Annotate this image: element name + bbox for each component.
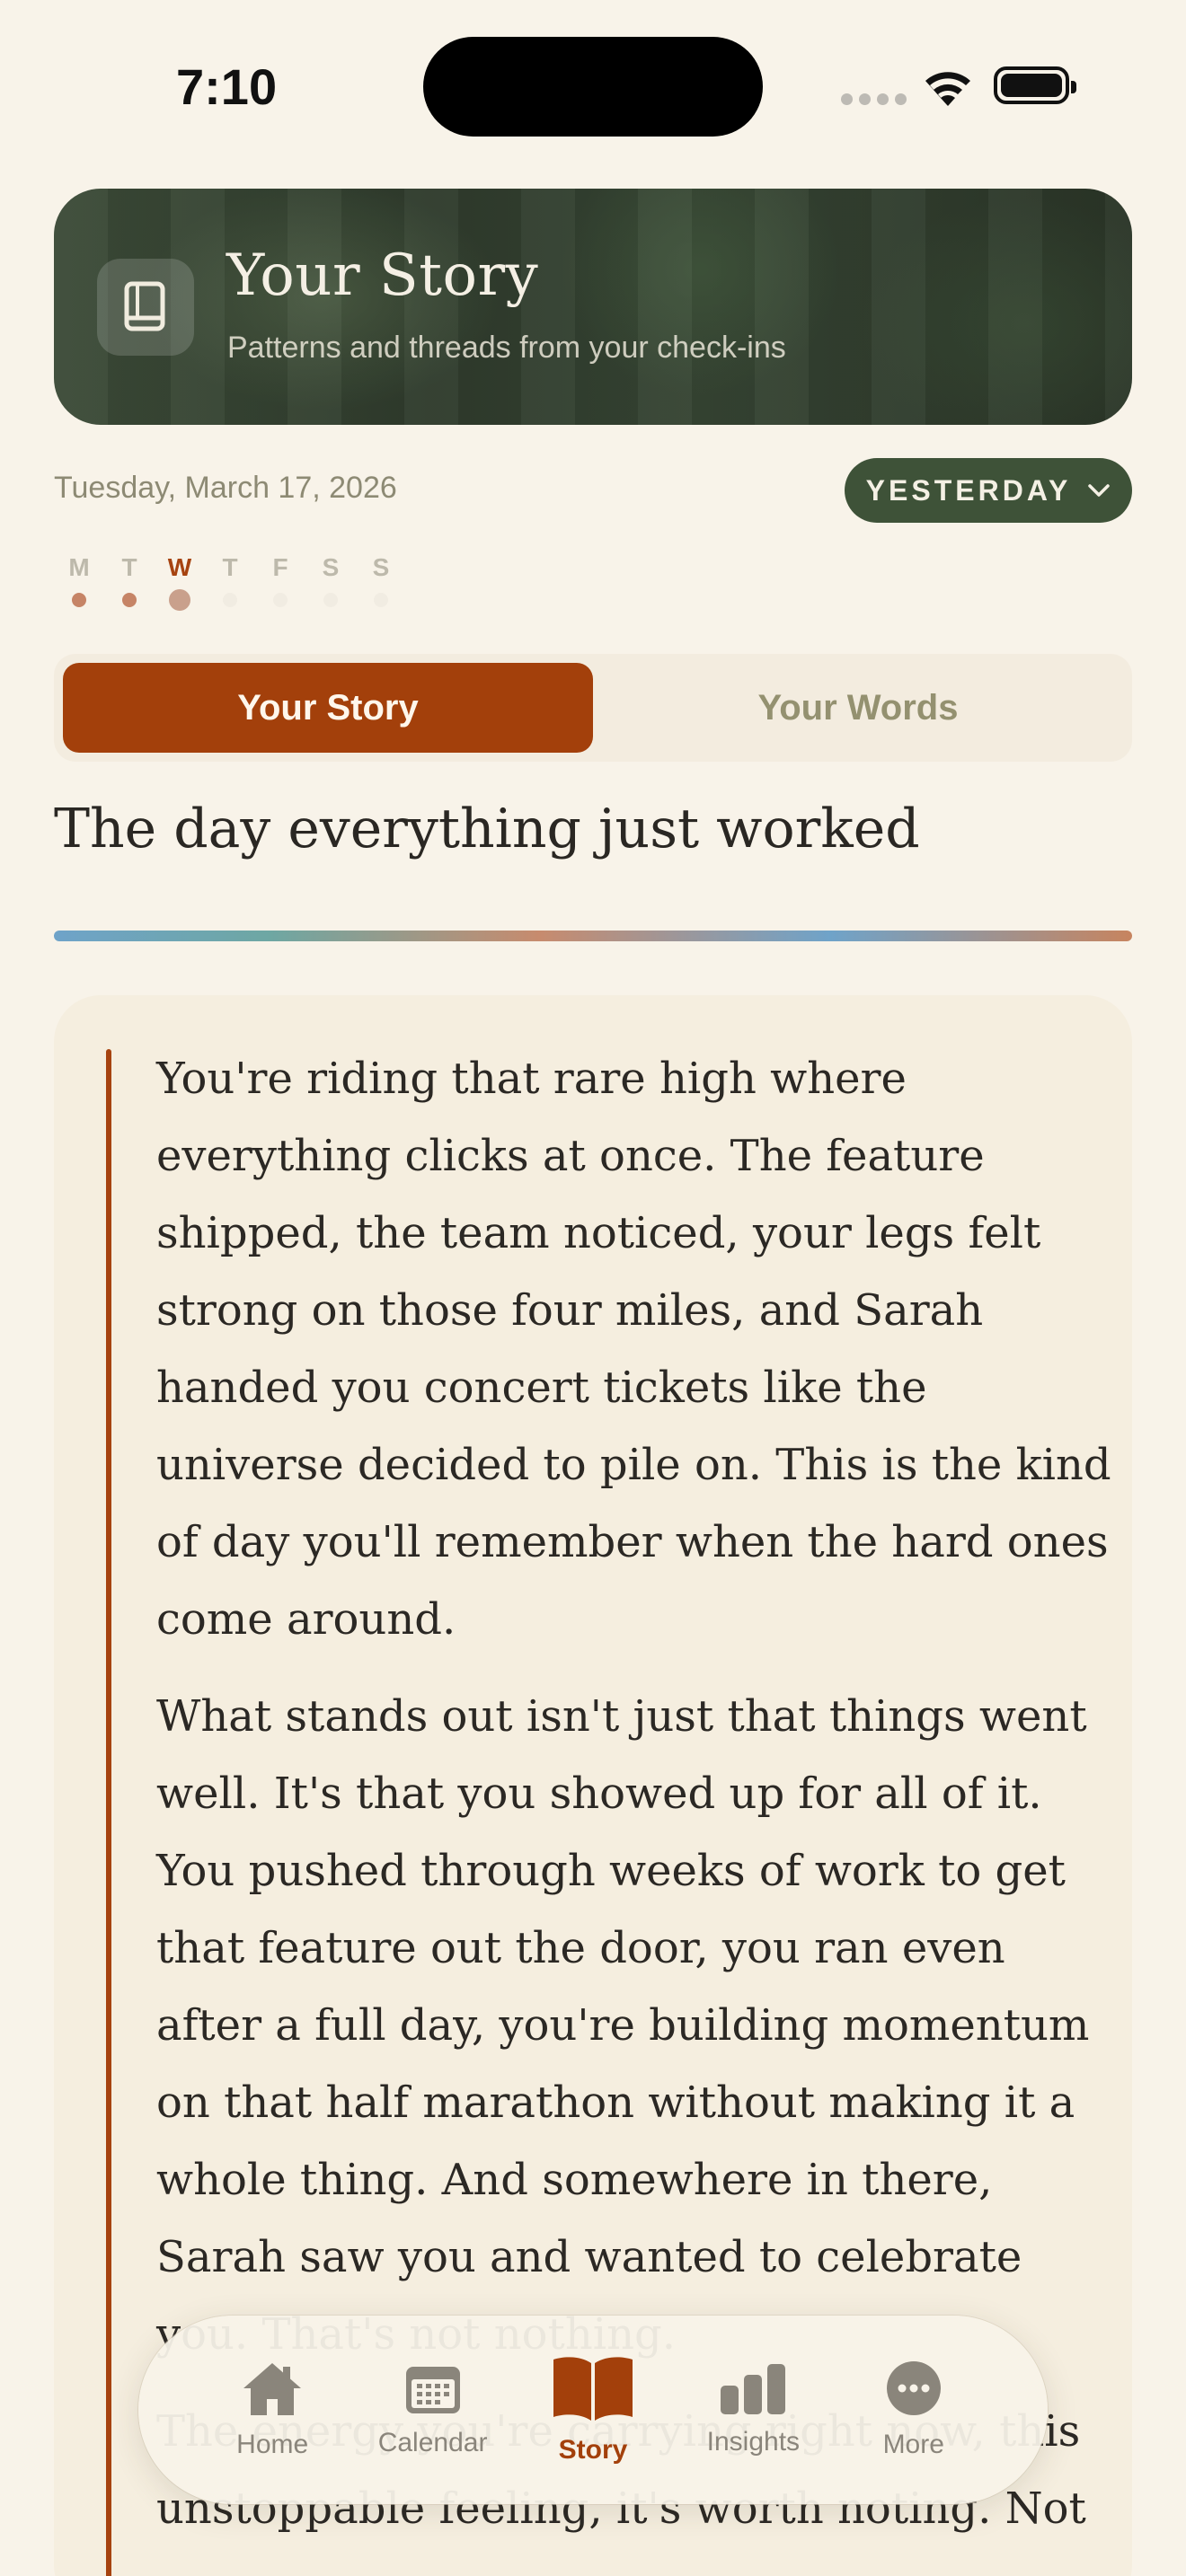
week-day[interactable]: F (255, 553, 305, 611)
dynamic-island (423, 37, 763, 137)
checkin-dot (323, 593, 338, 607)
bottom-nav-bar: Home Calendar Story Insights More (138, 2316, 1048, 2504)
story-header-card: Your Story Patterns and threads from you… (54, 189, 1132, 425)
nav-label: Calendar (377, 2428, 488, 2457)
header-title: Your Story (226, 243, 539, 309)
tab-your-words[interactable]: Your Words (593, 663, 1123, 753)
nav-label: Home (236, 2430, 309, 2459)
status-time: 7:10 (176, 58, 278, 115)
week-day[interactable]: S (305, 553, 356, 611)
day-selector-label: YESTERDAY (865, 473, 1072, 507)
story-paragraph: What stands out isn't just that things w… (156, 1691, 1090, 2360)
story-accent-bar (106, 1049, 111, 2576)
tab-your-story[interactable]: Your Story (63, 663, 593, 753)
week-day-selected[interactable]: W (155, 553, 205, 611)
nav-home[interactable]: Home (200, 2360, 344, 2460)
battery-icon (994, 66, 1076, 104)
checkin-dot (273, 593, 288, 607)
nav-label: More (882, 2430, 944, 2459)
checkin-dot (122, 593, 137, 607)
week-day[interactable]: S (356, 553, 406, 611)
mood-gradient-divider (54, 931, 1132, 941)
week-day[interactable]: T (104, 553, 155, 611)
week-day-label: T (121, 553, 137, 581)
week-day-label: M (68, 553, 90, 581)
home-icon (243, 2363, 302, 2415)
checkin-dot (72, 593, 86, 607)
cellular-signal-icon (841, 93, 907, 105)
week-day-label: W (167, 553, 192, 581)
nav-insights[interactable]: Insights (681, 2362, 825, 2457)
checkin-dot (223, 593, 237, 607)
nav-label: Story (558, 2435, 628, 2465)
story-title: The day everything just worked (54, 798, 920, 860)
checkin-dot (374, 593, 388, 607)
week-day-label: T (222, 553, 238, 581)
week-day[interactable]: M (54, 553, 104, 611)
more-icon (886, 2361, 941, 2415)
week-day[interactable]: T (205, 553, 255, 611)
day-selector-button[interactable]: YESTERDAY (845, 458, 1132, 523)
story-paragraph: You're riding that rare high where every… (156, 1054, 1111, 1645)
nav-story[interactable]: Story (521, 2354, 665, 2466)
week-day-label: S (322, 553, 340, 581)
week-day-label: F (272, 553, 288, 581)
nav-label: Insights (706, 2427, 801, 2457)
chevron-down-icon (1088, 484, 1111, 497)
calendar-icon (405, 2367, 460, 2413)
book-icon (97, 259, 194, 356)
bar-chart-icon (721, 2364, 786, 2414)
week-strip: M T W T F S S (54, 553, 406, 611)
header-subtitle: Patterns and threads from your check-ins (227, 331, 786, 365)
checkin-dot (169, 589, 190, 611)
story-words-toggle: Your Story Your Words (54, 654, 1132, 762)
selected-date: Tuesday, March 17, 2026 (54, 471, 397, 505)
week-day-label: S (372, 553, 390, 581)
nav-more[interactable]: More (842, 2360, 986, 2460)
nav-calendar[interactable]: Calendar (361, 2361, 505, 2458)
wifi-icon (925, 72, 970, 106)
open-book-icon (553, 2357, 633, 2421)
